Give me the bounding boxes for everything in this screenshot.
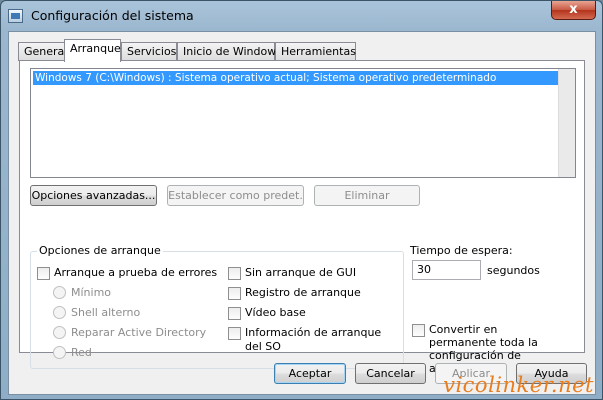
ok-button[interactable]: Aceptar <box>274 363 346 384</box>
tab-herramientas[interactable]: Herramientas <box>275 42 356 61</box>
set-default-button[interactable]: Establecer como predet. <box>167 185 304 206</box>
boot-log-label: Registro de arranque <box>245 286 361 299</box>
checkbox-box[interactable] <box>37 267 50 280</box>
checkbox-box[interactable] <box>228 267 241 280</box>
active-directory-label: Reparar Active Directory <box>71 326 207 339</box>
os-list[interactable]: Windows 7 (C:\Windows) : Sistema operati… <box>30 68 576 178</box>
window-title: Configuración del sistema <box>31 8 194 23</box>
os-list-scrollbar[interactable] <box>558 69 575 177</box>
timeout-input[interactable]: 30 <box>412 260 481 280</box>
no-gui-boot-label: Sin arranque de GUI <box>245 266 357 279</box>
radio-circle[interactable] <box>53 346 66 359</box>
network-label: Red <box>71 346 92 359</box>
delete-button[interactable]: Eliminar <box>314 185 420 206</box>
os-boot-info-label: Información de arranque del SO <box>245 326 382 353</box>
checkbox-box[interactable] <box>412 324 425 337</box>
boot-tab-panel: Windows 7 (C:\Windows) : Sistema operati… <box>19 60 585 375</box>
tab-general[interactable]: General <box>18 42 67 61</box>
alternate-shell-radio[interactable]: Shell alterno <box>53 306 140 319</box>
msconfig-app-icon <box>8 9 23 23</box>
safe-boot-checkbox[interactable]: Arranque a prueba de errores <box>37 266 217 280</box>
tab-arranque[interactable]: Arranque <box>64 39 121 62</box>
network-radio[interactable]: Red <box>53 346 92 359</box>
radio-circle[interactable] <box>53 306 66 319</box>
safe-boot-label: Arranque a prueba de errores <box>54 266 218 279</box>
system-config-window: Configuración del sistema x General Arra… <box>0 0 603 400</box>
checkbox-box[interactable] <box>228 327 241 340</box>
os-boot-info-checkbox[interactable]: Información de arranque del SO <box>228 326 393 354</box>
active-directory-radio[interactable]: Reparar Active Directory <box>53 326 206 339</box>
os-list-item[interactable]: Windows 7 (C:\Windows) : Sistema operati… <box>33 71 559 85</box>
cancel-button[interactable]: Cancelar <box>355 363 426 384</box>
timeout-label: Tiempo de espera: <box>410 244 513 257</box>
checkbox-box[interactable] <box>228 287 241 300</box>
close-button[interactable]: x <box>551 1 596 20</box>
timeout-unit-label: segundos <box>487 264 540 277</box>
minimal-radio[interactable]: Mínimo <box>53 286 111 299</box>
tab-servicios[interactable]: Servicios <box>121 42 177 61</box>
base-video-checkbox[interactable]: Vídeo base <box>228 306 306 320</box>
alternate-shell-label: Shell alterno <box>71 306 141 319</box>
tab-inicio-de-windows[interactable]: Inicio de Windows <box>177 42 282 61</box>
no-gui-boot-checkbox[interactable]: Sin arranque de GUI <box>228 266 356 280</box>
base-video-label: Vídeo base <box>245 306 306 319</box>
title-bar[interactable]: Configuración del sistema x <box>1 1 602 31</box>
dialog-client-area: General Arranque Servicios Inicio de Win… <box>8 31 596 395</box>
radio-circle[interactable] <box>53 286 66 299</box>
watermark-logo: vicolinker.net <box>443 373 594 397</box>
boot-options-group: Opciones de arranque Arranque a prueba d… <box>30 244 404 369</box>
checkbox-box[interactable] <box>228 307 241 320</box>
radio-circle[interactable] <box>53 326 66 339</box>
advanced-options-button[interactable]: Opciones avanzadas... <box>30 185 157 206</box>
boot-options-label: Opciones de arranque <box>37 244 163 257</box>
boot-log-checkbox[interactable]: Registro de arranque <box>228 286 361 300</box>
minimal-label: Mínimo <box>71 286 112 299</box>
